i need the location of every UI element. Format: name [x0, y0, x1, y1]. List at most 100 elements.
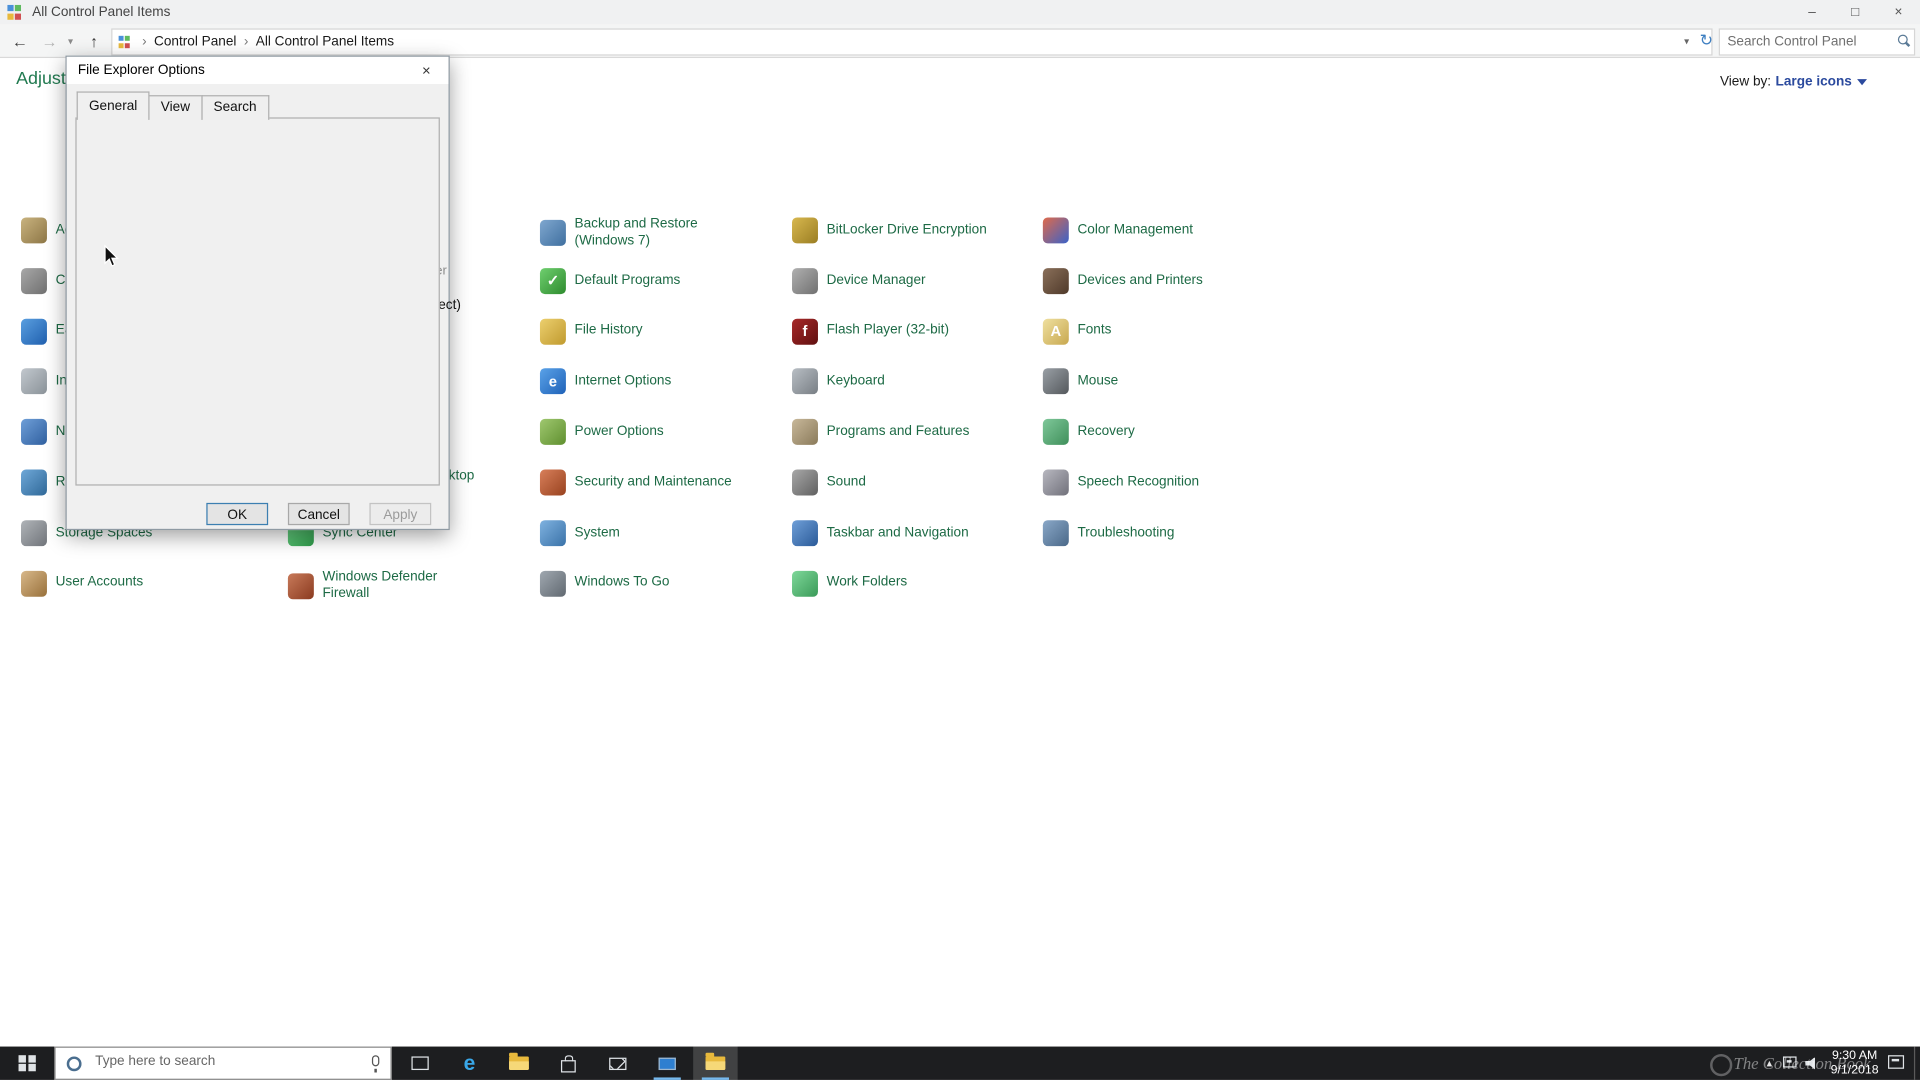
- edge-button[interactable]: e: [450, 1047, 490, 1080]
- mail-button[interactable]: [598, 1047, 638, 1080]
- control-panel-item[interactable]: Power Options: [539, 418, 664, 446]
- tab-page-general: [75, 117, 440, 486]
- volume-icon[interactable]: [1805, 1057, 1815, 1070]
- control-panel-item[interactable]: Devices and Printers: [1042, 267, 1203, 295]
- file-explorer-button[interactable]: [499, 1047, 539, 1080]
- start-button[interactable]: [0, 1047, 54, 1080]
- control-panel-item[interactable]: Keyboard: [792, 367, 885, 395]
- control-panel-item-label: Windows To Go: [574, 574, 670, 590]
- search-icon[interactable]: [1897, 34, 1911, 47]
- control-panel-item[interactable]: System: [539, 519, 620, 547]
- clock-date: 9/1/2018: [1830, 1063, 1879, 1077]
- file-explorer-options-taskbar-button[interactable]: [693, 1046, 738, 1080]
- system-icon: [539, 519, 566, 546]
- up-icon[interactable]: ↑: [82, 25, 107, 57]
- control-panel-item[interactable]: Device Manager: [792, 267, 926, 295]
- control-panel-item-label: Programs and Features: [826, 423, 970, 439]
- address-bar[interactable]: › Control Panel › All Control Panel Item…: [111, 28, 1713, 56]
- control-panel-item[interactable]: BitLocker Drive Encryption: [792, 216, 987, 244]
- bitlocker-icon: [792, 217, 818, 244]
- control-panel-item-label: Devices and Printers: [1077, 272, 1203, 288]
- tab-view[interactable]: View: [148, 95, 203, 120]
- flash-player-icon: f: [792, 318, 818, 345]
- control-panel-item[interactable]: Windows Defender Firewall: [287, 569, 438, 602]
- internet-options-icon: e: [539, 368, 566, 395]
- ok-button[interactable]: OK: [206, 502, 269, 526]
- minimize-button[interactable]: –: [1790, 0, 1833, 25]
- region-icon: [21, 469, 47, 496]
- tray-expand-icon[interactable]: ▴: [1759, 1047, 1779, 1080]
- control-panel-item[interactable]: Recovery: [1042, 418, 1135, 446]
- work-folders-icon: [792, 570, 818, 597]
- control-panel-item-label: Fonts: [1077, 322, 1112, 338]
- control-panel-item-label: File History: [574, 322, 643, 338]
- control-panel-item-label: Flash Player (32-bit): [826, 322, 949, 338]
- control-panel-item[interactable]: f Flash Player (32-bit): [792, 317, 949, 345]
- control-panel-item[interactable]: Mouse: [1042, 367, 1118, 395]
- control-panel-app-icon: [7, 4, 22, 20]
- control-panel-searchbox[interactable]: [1718, 28, 1916, 56]
- window-titlebar: All Control Panel Items – □ ×: [0, 0, 1920, 25]
- action-center-icon[interactable]: [1887, 1055, 1905, 1069]
- control-panel-item-label: Windows Defender Firewall: [322, 569, 438, 601]
- sound-icon: [792, 469, 818, 496]
- control-panel-item[interactable]: Programs and Features: [792, 418, 969, 446]
- taskbar-clock[interactable]: 9:30 AM 9/1/2018: [1826, 1049, 1883, 1077]
- address-dropdown-icon[interactable]: ▾: [1678, 35, 1695, 46]
- back-icon[interactable]: ←: [7, 25, 32, 57]
- keyboard-icon: [792, 368, 818, 395]
- default-programs-icon: ✓: [539, 267, 566, 294]
- control-panel-item-label: Internet Options: [574, 373, 672, 389]
- search-input[interactable]: [1719, 30, 1888, 54]
- mouse-icon: [1042, 368, 1069, 395]
- forward-icon[interactable]: →: [37, 25, 62, 57]
- chevron-separator-icon: ›: [243, 34, 249, 50]
- task-view-button[interactable]: [400, 1047, 440, 1080]
- control-panel-item[interactable]: Speech Recognition: [1042, 468, 1200, 496]
- control-panel-item[interactable]: User Accounts: [21, 569, 143, 597]
- control-panel-item[interactable]: Color Management: [1042, 216, 1194, 244]
- control-panel-taskbar-button[interactable]: [647, 1047, 687, 1080]
- control-panel-item[interactable]: Backup and Restore (Windows 7): [539, 216, 698, 249]
- dialog-close-icon[interactable]: ×: [404, 57, 448, 84]
- control-panel-item[interactable]: Taskbar and Navigation: [792, 519, 969, 547]
- address-location-icon: [118, 35, 133, 49]
- dialog-title: File Explorer Options: [77, 63, 205, 78]
- cortana-icon: [66, 1055, 82, 1071]
- taskbar-search-input[interactable]: [92, 1052, 358, 1071]
- view-by-selector[interactable]: Large icons: [1776, 74, 1867, 89]
- control-panel-item[interactable]: ✓ Default Programs: [539, 267, 680, 295]
- control-panel-item[interactable]: Troubleshooting: [1042, 519, 1174, 547]
- breadcrumb-control-panel[interactable]: Control Panel: [149, 35, 241, 50]
- show-desktop-button[interactable]: [1913, 1046, 1920, 1080]
- refresh-icon[interactable]: ↻: [1695, 31, 1717, 51]
- apply-button[interactable]: Apply: [369, 502, 432, 526]
- taskbar-searchbox[interactable]: [54, 1046, 392, 1080]
- programs-features-icon: [792, 419, 818, 446]
- store-button[interactable]: [549, 1047, 589, 1080]
- store-bag-icon: [560, 1054, 576, 1072]
- control-panel-item-label: Power Options: [574, 423, 664, 439]
- recent-locations-icon[interactable]: ▾: [62, 25, 79, 57]
- breadcrumb-all-control-panel-items[interactable]: All Control Panel Items: [251, 35, 399, 50]
- maximize-button[interactable]: □: [1834, 0, 1877, 25]
- control-panel-item[interactable]: A Fonts: [1042, 317, 1112, 345]
- network-icon[interactable]: [1782, 1056, 1797, 1068]
- tab-general[interactable]: General: [76, 91, 150, 120]
- mail-envelope-icon: [609, 1057, 627, 1070]
- control-panel-item-label: Keyboard: [826, 373, 885, 389]
- cancel-button[interactable]: Cancel: [287, 502, 350, 526]
- control-panel-item[interactable]: Security and Maintenance: [539, 468, 732, 496]
- tab-search[interactable]: Search: [201, 95, 269, 120]
- control-panel-item[interactable]: Sound: [792, 468, 866, 496]
- control-panel-item-label: Speech Recognition: [1077, 474, 1200, 489]
- microphone-icon[interactable]: [371, 1055, 380, 1073]
- control-panel-item[interactable]: File History: [539, 317, 643, 345]
- control-panel-item[interactable]: e Internet Options: [539, 367, 672, 395]
- fonts-icon: A: [1042, 318, 1069, 345]
- control-panel-item[interactable]: Work Folders: [792, 569, 907, 597]
- control-panel-item[interactable]: Windows To Go: [539, 569, 670, 597]
- control-panel-item-label: Color Management: [1077, 222, 1194, 237]
- credential-manager-icon: [21, 267, 47, 294]
- close-button[interactable]: ×: [1877, 0, 1920, 25]
